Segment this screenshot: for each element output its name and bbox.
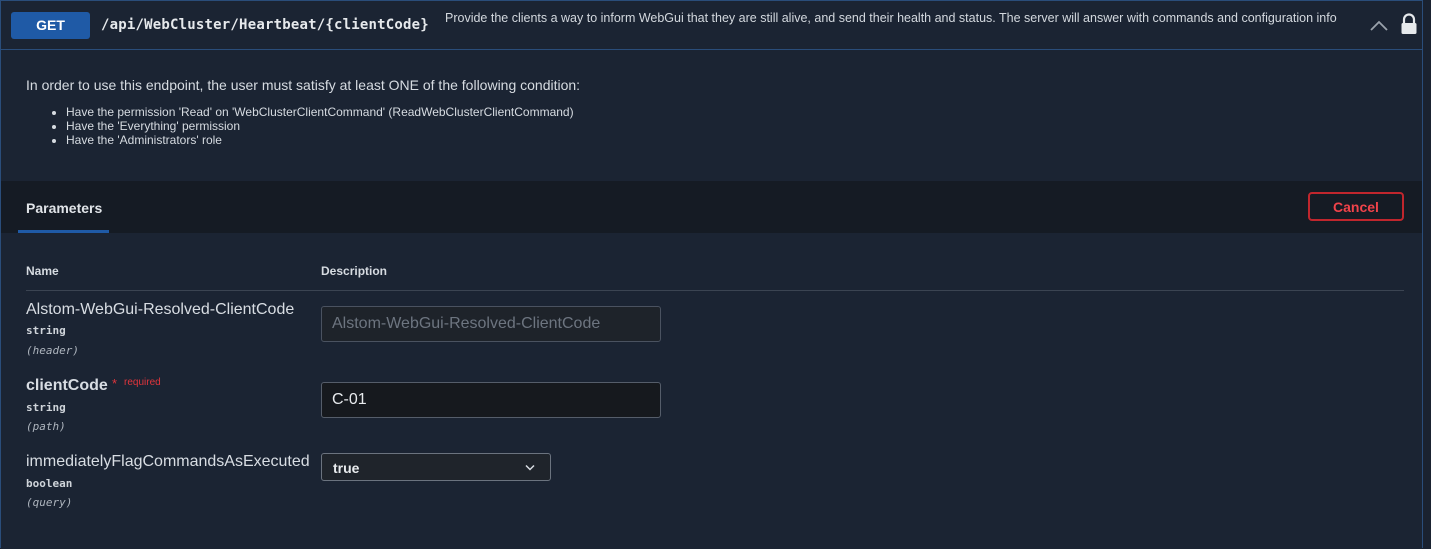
operation-summary[interactable]: GET /api/WebCluster/Heartbeat/{clientCod… (1, 1, 1422, 50)
http-method-badge: GET (11, 12, 90, 39)
table-divider (26, 290, 1404, 291)
parameter-name: immediatelyFlagCommandsAsExecuted (26, 453, 310, 470)
cancel-button[interactable]: Cancel (1308, 192, 1404, 221)
tab-parameters-label: Parameters (26, 200, 103, 216)
condition-item: Have the permission 'Read' on 'WebCluste… (66, 105, 574, 119)
operation-block: GET /api/WebCluster/Heartbeat/{clientCod… (0, 0, 1423, 549)
chevron-down-icon (525, 464, 535, 471)
parameter-location: (header) (26, 344, 79, 357)
parameter-type: string (26, 324, 66, 337)
parameter-location: (query) (26, 496, 73, 509)
tab-parameters[interactable]: Parameters (18, 181, 109, 233)
parameters-header: Parameters Cancel (1, 181, 1422, 233)
condition-item: Have the 'Everything' permission (66, 119, 574, 133)
client-code-header-input[interactable] (321, 306, 661, 342)
lock-icon[interactable] (1400, 13, 1418, 35)
parameter-type: boolean (26, 477, 73, 490)
parameter-type: string (26, 401, 66, 414)
parameter-name: clientCode (26, 377, 108, 394)
required-star: * (112, 376, 118, 391)
endpoint-path: /api/WebCluster/Heartbeat/{clientCode} (101, 17, 429, 33)
authorization-intro: In order to use this endpoint, the user … (26, 77, 581, 93)
parameter-name: Alstom-WebGui-Resolved-ClientCode (26, 301, 295, 318)
flag-commands-select[interactable]: true (321, 453, 551, 481)
authorization-description: In order to use this endpoint, the user … (1, 50, 1422, 181)
select-value: true (333, 460, 360, 476)
operation-description: Provide the clients a way to inform WebG… (445, 11, 1337, 25)
authorization-conditions: Have the permission 'Read' on 'WebCluste… (26, 105, 574, 147)
column-header-name: Name (26, 264, 59, 278)
parameters-table: Name Description Alstom-WebGui-Resolved-… (1, 233, 1422, 549)
chevron-up-icon[interactable] (1368, 16, 1390, 36)
required-label: required (124, 377, 161, 388)
client-code-input[interactable] (321, 382, 661, 418)
parameter-location: (path) (26, 420, 66, 433)
column-header-description: Description (321, 264, 388, 278)
condition-item: Have the 'Administrators' role (66, 133, 574, 147)
